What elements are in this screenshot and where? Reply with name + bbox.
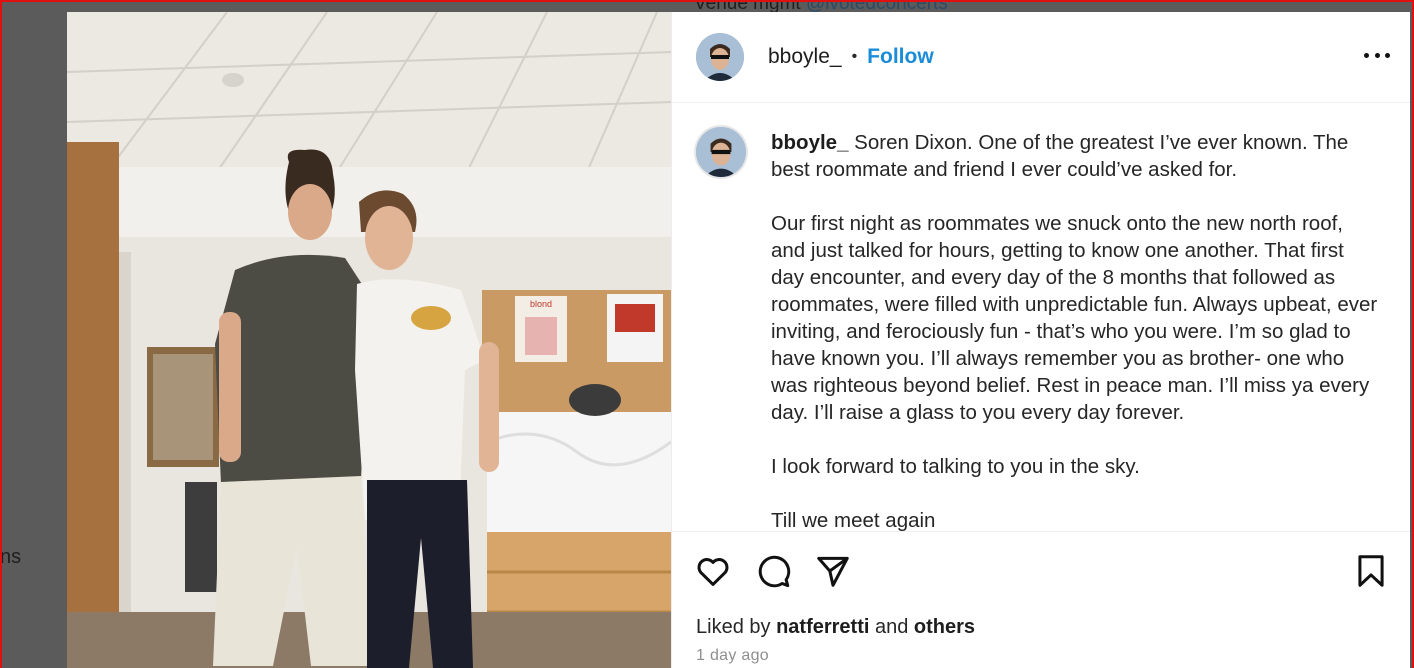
post-modal: blond bboyle_ • Follow bboyle_ Soren Dix…: [67, 12, 1410, 668]
photo-bed: [487, 412, 671, 542]
post-photo-illustration: blond: [67, 12, 671, 668]
photo-poster-label: blond: [530, 299, 552, 309]
comment-icon[interactable]: [754, 552, 792, 590]
photo-mirror: [153, 354, 213, 460]
photo-helmet: [569, 384, 621, 416]
paper-plane-icon[interactable]: [814, 552, 852, 590]
post-actions: [672, 552, 1410, 592]
caption-section: bboyle_ Soren Dixon. One of the greatest…: [672, 103, 1410, 532]
post-header: bboyle_ • Follow: [672, 12, 1410, 103]
caption-avatar-image: [696, 127, 746, 177]
likes-summary: Liked by natferretti and others: [696, 616, 976, 638]
photo-chair: [185, 482, 217, 592]
follow-button[interactable]: Follow: [867, 45, 934, 69]
post-author-row: bboyle_ • Follow: [768, 45, 934, 69]
caption-avatar[interactable]: [696, 127, 746, 177]
bookmark-icon[interactable]: [1352, 552, 1390, 590]
photo-ceiling: [67, 12, 671, 172]
photo-poster-image: [525, 317, 557, 355]
photo-door: [67, 142, 119, 668]
photo-door-frame: [119, 252, 131, 668]
caption-text: Soren Dixon. One of the greatest I’ve ev…: [771, 131, 1378, 532]
separator-dot: •: [851, 48, 858, 65]
avatar-image: [696, 33, 744, 81]
liked-by-user-link[interactable]: natferretti: [776, 616, 869, 638]
heart-icon[interactable]: [694, 552, 732, 590]
post-photo[interactable]: blond: [67, 12, 671, 668]
liked-by-others-link[interactable]: others: [914, 616, 975, 638]
post-caption: bboyle_ Soren Dixon. One of the greatest…: [771, 129, 1381, 532]
post-timestamp[interactable]: 1 day ago: [696, 647, 769, 665]
ceiling-sprinkler: [222, 73, 244, 87]
user-avatar[interactable]: [696, 33, 744, 81]
background-partial-text: ns: [0, 546, 22, 568]
more-options-icon[interactable]: [1364, 50, 1390, 60]
post-author-username[interactable]: bboyle_: [768, 45, 842, 69]
photo-sticker-art: [615, 304, 655, 332]
post-sidebar: bboyle_ • Follow bboyle_ Soren Dixon. On…: [671, 12, 1410, 668]
caption-username[interactable]: bboyle_: [771, 131, 848, 154]
